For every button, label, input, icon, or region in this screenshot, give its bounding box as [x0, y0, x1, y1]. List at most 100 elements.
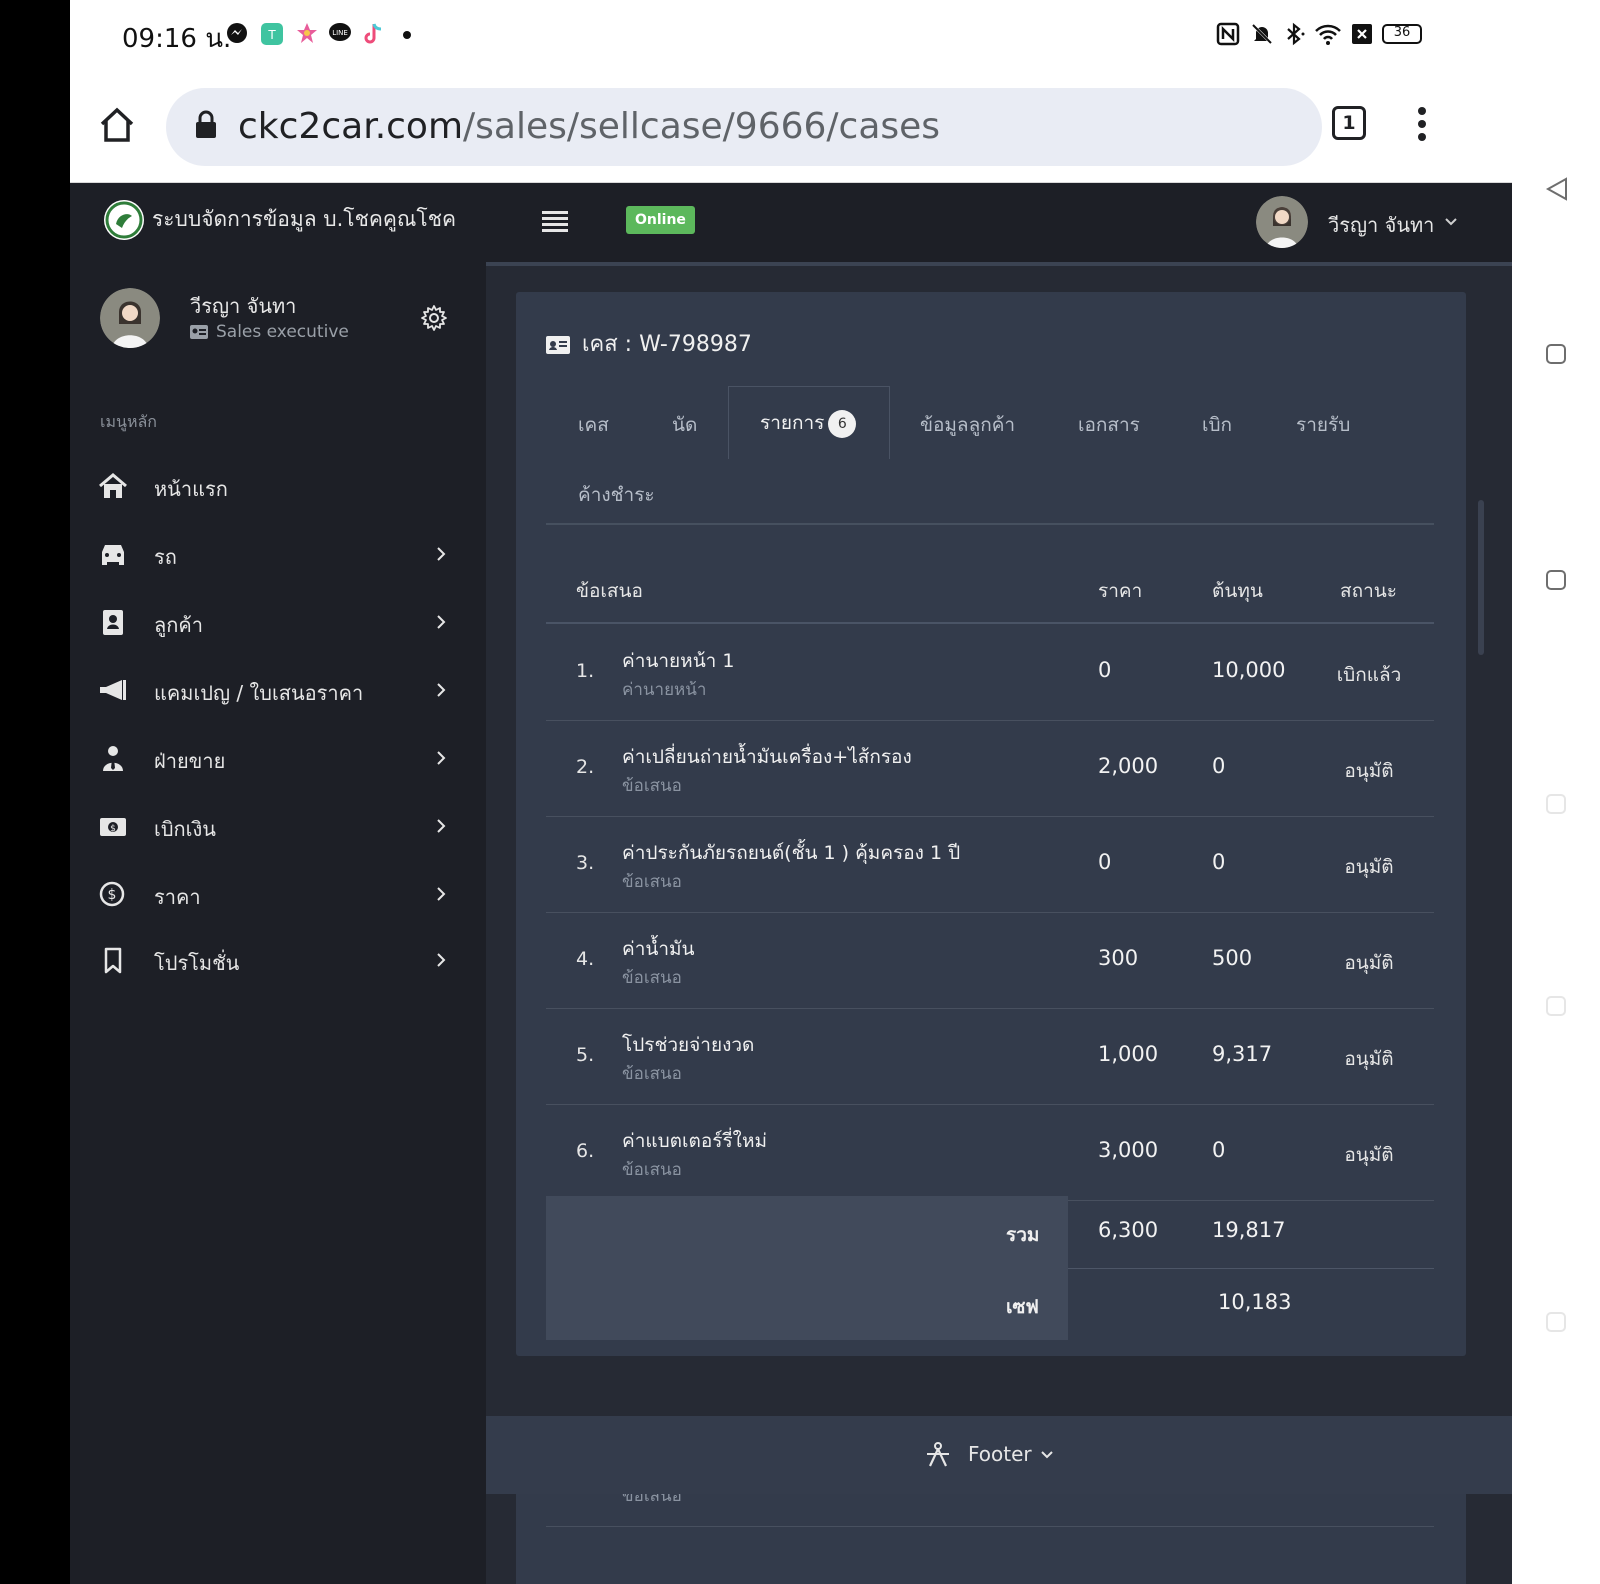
row-item-name: ค่านายหน้า 1 — [622, 650, 735, 672]
back-triangle-icon[interactable] — [1544, 176, 1570, 202]
no-sim-icon — [1352, 24, 1372, 44]
row-price: 0 — [1098, 850, 1112, 874]
header-user-name[interactable]: วีรญา จันทา — [1328, 209, 1434, 241]
main-content: เคส : W-798987 เคส นัด รายการ 6 ข้อมูลลูก… — [486, 262, 1512, 1584]
row-status: อนุมัติ — [1344, 1048, 1394, 1070]
table-row[interactable]: 2. ค่าเปลี่ยนถ่ายน้ำมันเครื่อง+ไส้กรอง ข… — [546, 720, 1434, 817]
chevron-right-icon — [437, 751, 446, 765]
home-icon[interactable] — [98, 106, 136, 144]
status-bar: 09:16 น. T LINE 36 — [70, 0, 1512, 72]
sidebar-item-price[interactable]: $ ราคา — [70, 868, 486, 920]
sidebar-item-cars[interactable]: รถ — [70, 528, 486, 580]
case-title: เคส : W-798987 — [546, 326, 752, 361]
table-row[interactable]: 6. ค่าแบตเตอร์รี่ใหม่ ข้อเสนอ 3,000 0 อน… — [546, 1104, 1434, 1201]
row-number: 2. — [576, 756, 595, 778]
total-label: รวม — [1006, 1224, 1040, 1246]
sidebar-user-role: Sales executive — [190, 322, 349, 342]
case-card-continuation: ข้อเสนอ — [516, 1494, 1466, 1584]
money-bill-icon: $ — [100, 818, 126, 836]
footer-toggle[interactable]: Footer — [486, 1416, 1512, 1494]
table-row[interactable]: 1. ค่านายหน้า 1 ค่านายหน้า 0 10,000 เบิก… — [546, 624, 1434, 721]
sidebar-item-label: ฝ่ายขาย — [154, 749, 226, 773]
user-avatar[interactable] — [1256, 196, 1308, 248]
car-icon — [102, 545, 124, 565]
row-item-type: ค่านายหน้า — [622, 680, 707, 700]
company-logo — [104, 200, 144, 240]
chevron-right-icon — [437, 887, 446, 901]
footer-label: Footer — [968, 1442, 1032, 1466]
row-cost: 0 — [1212, 850, 1226, 874]
row-item-type: ข้อเสนอ — [622, 1064, 682, 1084]
sidebar-item-campaign[interactable]: แคมเปญ / ใบเสนอราคา — [70, 664, 486, 716]
address-bar[interactable]: ckc2car.com/sales/sellcase/9666/cases — [166, 88, 1322, 166]
battery-level: 36 — [1393, 25, 1411, 40]
svg-text:$: $ — [110, 824, 116, 834]
browser-toolbar: ckc2car.com/sales/sellcase/9666/cases 1 — [70, 72, 1512, 183]
tab-customer-info[interactable]: ข้อมูลลูกค้า — [920, 410, 1015, 440]
home-square-icon[interactable] — [1546, 344, 1566, 364]
tab-documents[interactable]: เอกสาร — [1078, 410, 1140, 440]
column-header-cost: ต้นทุน — [1212, 580, 1263, 602]
row-price: 3,000 — [1098, 1138, 1159, 1162]
star-app-icon — [297, 23, 317, 43]
table-row[interactable]: 4. ค่าน้ำมัน ข้อเสนอ 300 500 อนุมัติ — [546, 912, 1434, 1009]
totals-divider — [1068, 1268, 1434, 1269]
chevron-right-icon — [437, 683, 446, 697]
chevron-down-icon[interactable] — [1444, 217, 1458, 227]
chevron-right-icon — [437, 615, 446, 629]
row-cost: 0 — [1212, 754, 1226, 778]
sidebar-item-sales[interactable]: ฝ่ายขาย — [70, 732, 486, 784]
role-label: Sales executive — [216, 322, 349, 342]
tab-count: 1 — [1342, 112, 1356, 134]
row-cost: 0 — [1212, 1138, 1226, 1162]
bluetooth-icon — [1287, 22, 1305, 46]
column-header-item: ข้อเสนอ — [576, 580, 643, 602]
bell-muted-icon — [1251, 23, 1273, 45]
gear-icon[interactable] — [420, 304, 448, 332]
svg-text:T: T — [267, 28, 276, 42]
column-header-price: ราคา — [1098, 580, 1143, 602]
tab-items[interactable]: รายการ 6 — [760, 408, 857, 438]
sidebar-item-home[interactable]: หน้าแรก — [70, 460, 486, 512]
row-cost: 9,317 — [1212, 1042, 1273, 1066]
row-status: อนุมัติ — [1344, 760, 1394, 782]
sidebar-item-label: โปรโมชั่น — [154, 951, 240, 975]
sidebar-item-customers[interactable]: ลูกค้า — [70, 596, 486, 648]
tab-income[interactable]: รายรับ — [1296, 410, 1350, 440]
tab-items-count-badge: 6 — [828, 410, 857, 438]
row-status: อนุมัติ — [1344, 856, 1394, 878]
status-time: 09:16 น. — [122, 24, 232, 54]
row-item-name: ค่าเปลี่ยนถ่ายน้ำมันเครื่อง+ไส้กรอง — [622, 746, 912, 768]
row-item-name: ค่าแบตเตอร์รี่ใหม่ — [622, 1130, 768, 1152]
id-card-icon — [546, 336, 570, 354]
totals-label-cell — [546, 1196, 1068, 1340]
tab-appointment[interactable]: นัด — [672, 410, 697, 440]
home-icon — [99, 473, 127, 498]
url-text: ckc2car.com/sales/sellcase/9666/cases — [238, 106, 940, 147]
url-host: ckc2car.com — [238, 106, 464, 147]
sidebar-item-label: ราคา — [154, 885, 201, 909]
sidebar-item-promotion[interactable]: โปรโมชั่น — [70, 934, 486, 986]
tab-case[interactable]: เคส — [578, 410, 609, 440]
row-price: 2,000 — [1098, 754, 1159, 778]
row-price: 0 — [1098, 658, 1112, 682]
tab-withdraw[interactable]: เบิก — [1202, 410, 1232, 440]
sidebar-item-withdraw[interactable]: $ เบิกเงิน — [70, 800, 486, 852]
chevron-right-icon — [437, 819, 446, 833]
device-screen: 09:16 น. T LINE 36 ckc2car.com/sales/sel… — [70, 0, 1512, 1584]
svg-text:LINE: LINE — [332, 29, 348, 37]
table-row[interactable]: 3. ค่าประกันภัยรถยนต์(ชั้น 1 ) คุ้มครอง … — [546, 816, 1434, 913]
sidebar-item-label: รถ — [154, 545, 177, 569]
browser-menu-icon[interactable] — [1416, 106, 1428, 142]
row-item-type: ข้อเสนอ — [622, 968, 682, 988]
totals-section: รวม 6,300 19,817 เซฟ 10,183 — [546, 1196, 1434, 1340]
recents-square-icon[interactable] — [1546, 570, 1566, 590]
hamburger-menu-icon[interactable] — [542, 210, 568, 232]
sidebar-item-label: หน้าแรก — [154, 477, 228, 501]
line-icon: LINE — [329, 23, 351, 41]
tab-outstanding[interactable]: ค้างชำระ — [578, 480, 655, 510]
left-black-border — [0, 0, 70, 1584]
table-row[interactable]: 5. โปรช่วยจ่ายงวด ข้อเสนอ 1,000 9,317 อน… — [546, 1008, 1434, 1105]
page-scrollbar[interactable] — [1478, 500, 1484, 655]
tab-switcher-button[interactable]: 1 — [1332, 106, 1366, 140]
